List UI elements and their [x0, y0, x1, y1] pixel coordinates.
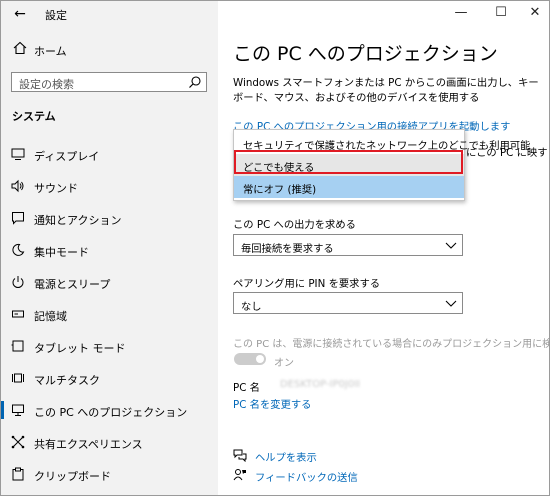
close-button[interactable]: ✕ [525, 5, 545, 21]
ask-select[interactable]: 毎回接続を要求する [233, 234, 463, 256]
pin-value: なし [241, 301, 262, 313]
sidebar-item-shared[interactable]: 共有エクスペリエンス [1, 427, 218, 457]
sidebar-item-label: クリップボード [34, 470, 111, 483]
sidebar-item-notifications[interactable]: 通知とアクション [1, 203, 218, 233]
pin-select[interactable]: なし [233, 292, 463, 314]
pc-name-label: PC 名 [233, 382, 260, 394]
home-label: ホーム [34, 45, 67, 58]
sidebar-item-label: タブレット モード [34, 342, 126, 355]
feedback-icon [233, 469, 246, 481]
toggle-label: オン [274, 358, 294, 369]
help-link[interactable]: ヘルプを表示 [255, 449, 317, 464]
projection-icon [12, 404, 24, 416]
chevron-down-icon [445, 300, 457, 307]
moon-icon [12, 243, 25, 256]
sidebar-item-label: 記憶域 [34, 310, 67, 323]
sidebar-item-label: 集中モード [34, 246, 89, 259]
title-bar: ← 設定 [1, 1, 218, 27]
sidebar-item-label: ディスプレイ [34, 150, 100, 163]
feedback-link[interactable]: フィードバックの送信 [255, 469, 358, 484]
notification-icon [12, 212, 24, 225]
sidebar-item-label: マルチタスク [34, 374, 100, 387]
share-icon [11, 435, 25, 449]
sidebar-item-display[interactable]: ディスプレイ [1, 139, 218, 169]
app-title: 設定 [45, 9, 67, 22]
sidebar-item-power[interactable]: 電源とスリープ [1, 267, 218, 297]
minimize-button[interactable]: — [451, 5, 471, 21]
sidebar-item-focus[interactable]: 集中モード [1, 235, 218, 265]
rename-pc-link[interactable]: PC 名を変更する [233, 396, 311, 411]
sidebar-item-projection[interactable]: この PC へのプロジェクション [1, 395, 218, 425]
search-input[interactable]: 設定の検索 [11, 72, 207, 92]
sidebar-item-label: 通知とアクション [34, 214, 122, 227]
sidebar-item-label: 電源とスリープ [34, 278, 111, 291]
selection-indicator [1, 401, 4, 419]
display-icon [11, 148, 25, 160]
tablet-icon [11, 340, 24, 352]
section-title: システム [12, 110, 56, 123]
multitask-icon [12, 373, 24, 383]
help-icon [233, 449, 247, 462]
toggle-knob [256, 355, 264, 363]
description: Windows スマートフォンまたは PC からこの画面に出力し、キーボード、マ… [233, 77, 539, 104]
sidebar-item-multitask[interactable]: マルチタスク [1, 363, 218, 393]
back-button[interactable]: ← [11, 5, 29, 23]
sound-icon [11, 179, 24, 193]
sidebar-item-clipboard[interactable]: クリップボード [1, 459, 218, 489]
sidebar-item-label: 共有エクスペリエンス [34, 438, 143, 451]
sidebar-item-label: この PC へのプロジェクション [34, 406, 188, 419]
settings-window: ← 設定 ホーム 設定の検索 システム ディスプレイ サウンド 通知とアクション… [0, 0, 550, 496]
search-placeholder: 設定の検索 [19, 78, 74, 91]
search-icon [189, 76, 201, 88]
pc-name-value: DESKTOP-IP0J0II [280, 379, 361, 390]
sidebar-item-storage[interactable]: 記憶域 [1, 299, 218, 329]
maximize-button[interactable]: ☐ [491, 5, 511, 21]
clipboard-icon [12, 467, 24, 481]
sidebar-item-label: サウンド [34, 182, 78, 195]
chevron-down-icon [445, 242, 457, 249]
ask-label: この PC への出力を求める [233, 219, 356, 231]
power-only-text: この PC は、電源に接続されている場合にのみプロジェクション用に検出できます [233, 339, 550, 350]
storage-icon [12, 310, 24, 318]
option-label: 常にオフ (推奨) [243, 184, 317, 196]
highlight-annotation [234, 150, 463, 174]
power-only-toggle[interactable] [234, 353, 266, 365]
sidebar: ← 設定 ホーム 設定の検索 システム ディスプレイ サウンド 通知とアクション… [1, 1, 218, 495]
page-title: この PC へのプロジェクション [233, 43, 498, 65]
sidebar-item-tablet[interactable]: タブレット モード [1, 331, 218, 361]
home-icon [13, 41, 27, 55]
sidebar-item-sound[interactable]: サウンド [1, 171, 218, 201]
main-content: — ☐ ✕ この PC へのプロジェクション Windows スマートフォンまた… [218, 1, 549, 495]
pin-label: ペアリング用に PIN を要求する [233, 278, 381, 290]
home-nav-item[interactable]: ホーム [1, 39, 218, 61]
power-icon [12, 276, 24, 288]
ask-value: 毎回接続を要求する [241, 243, 334, 255]
dropdown-option[interactable]: 常にオフ (推奨) [234, 176, 464, 198]
